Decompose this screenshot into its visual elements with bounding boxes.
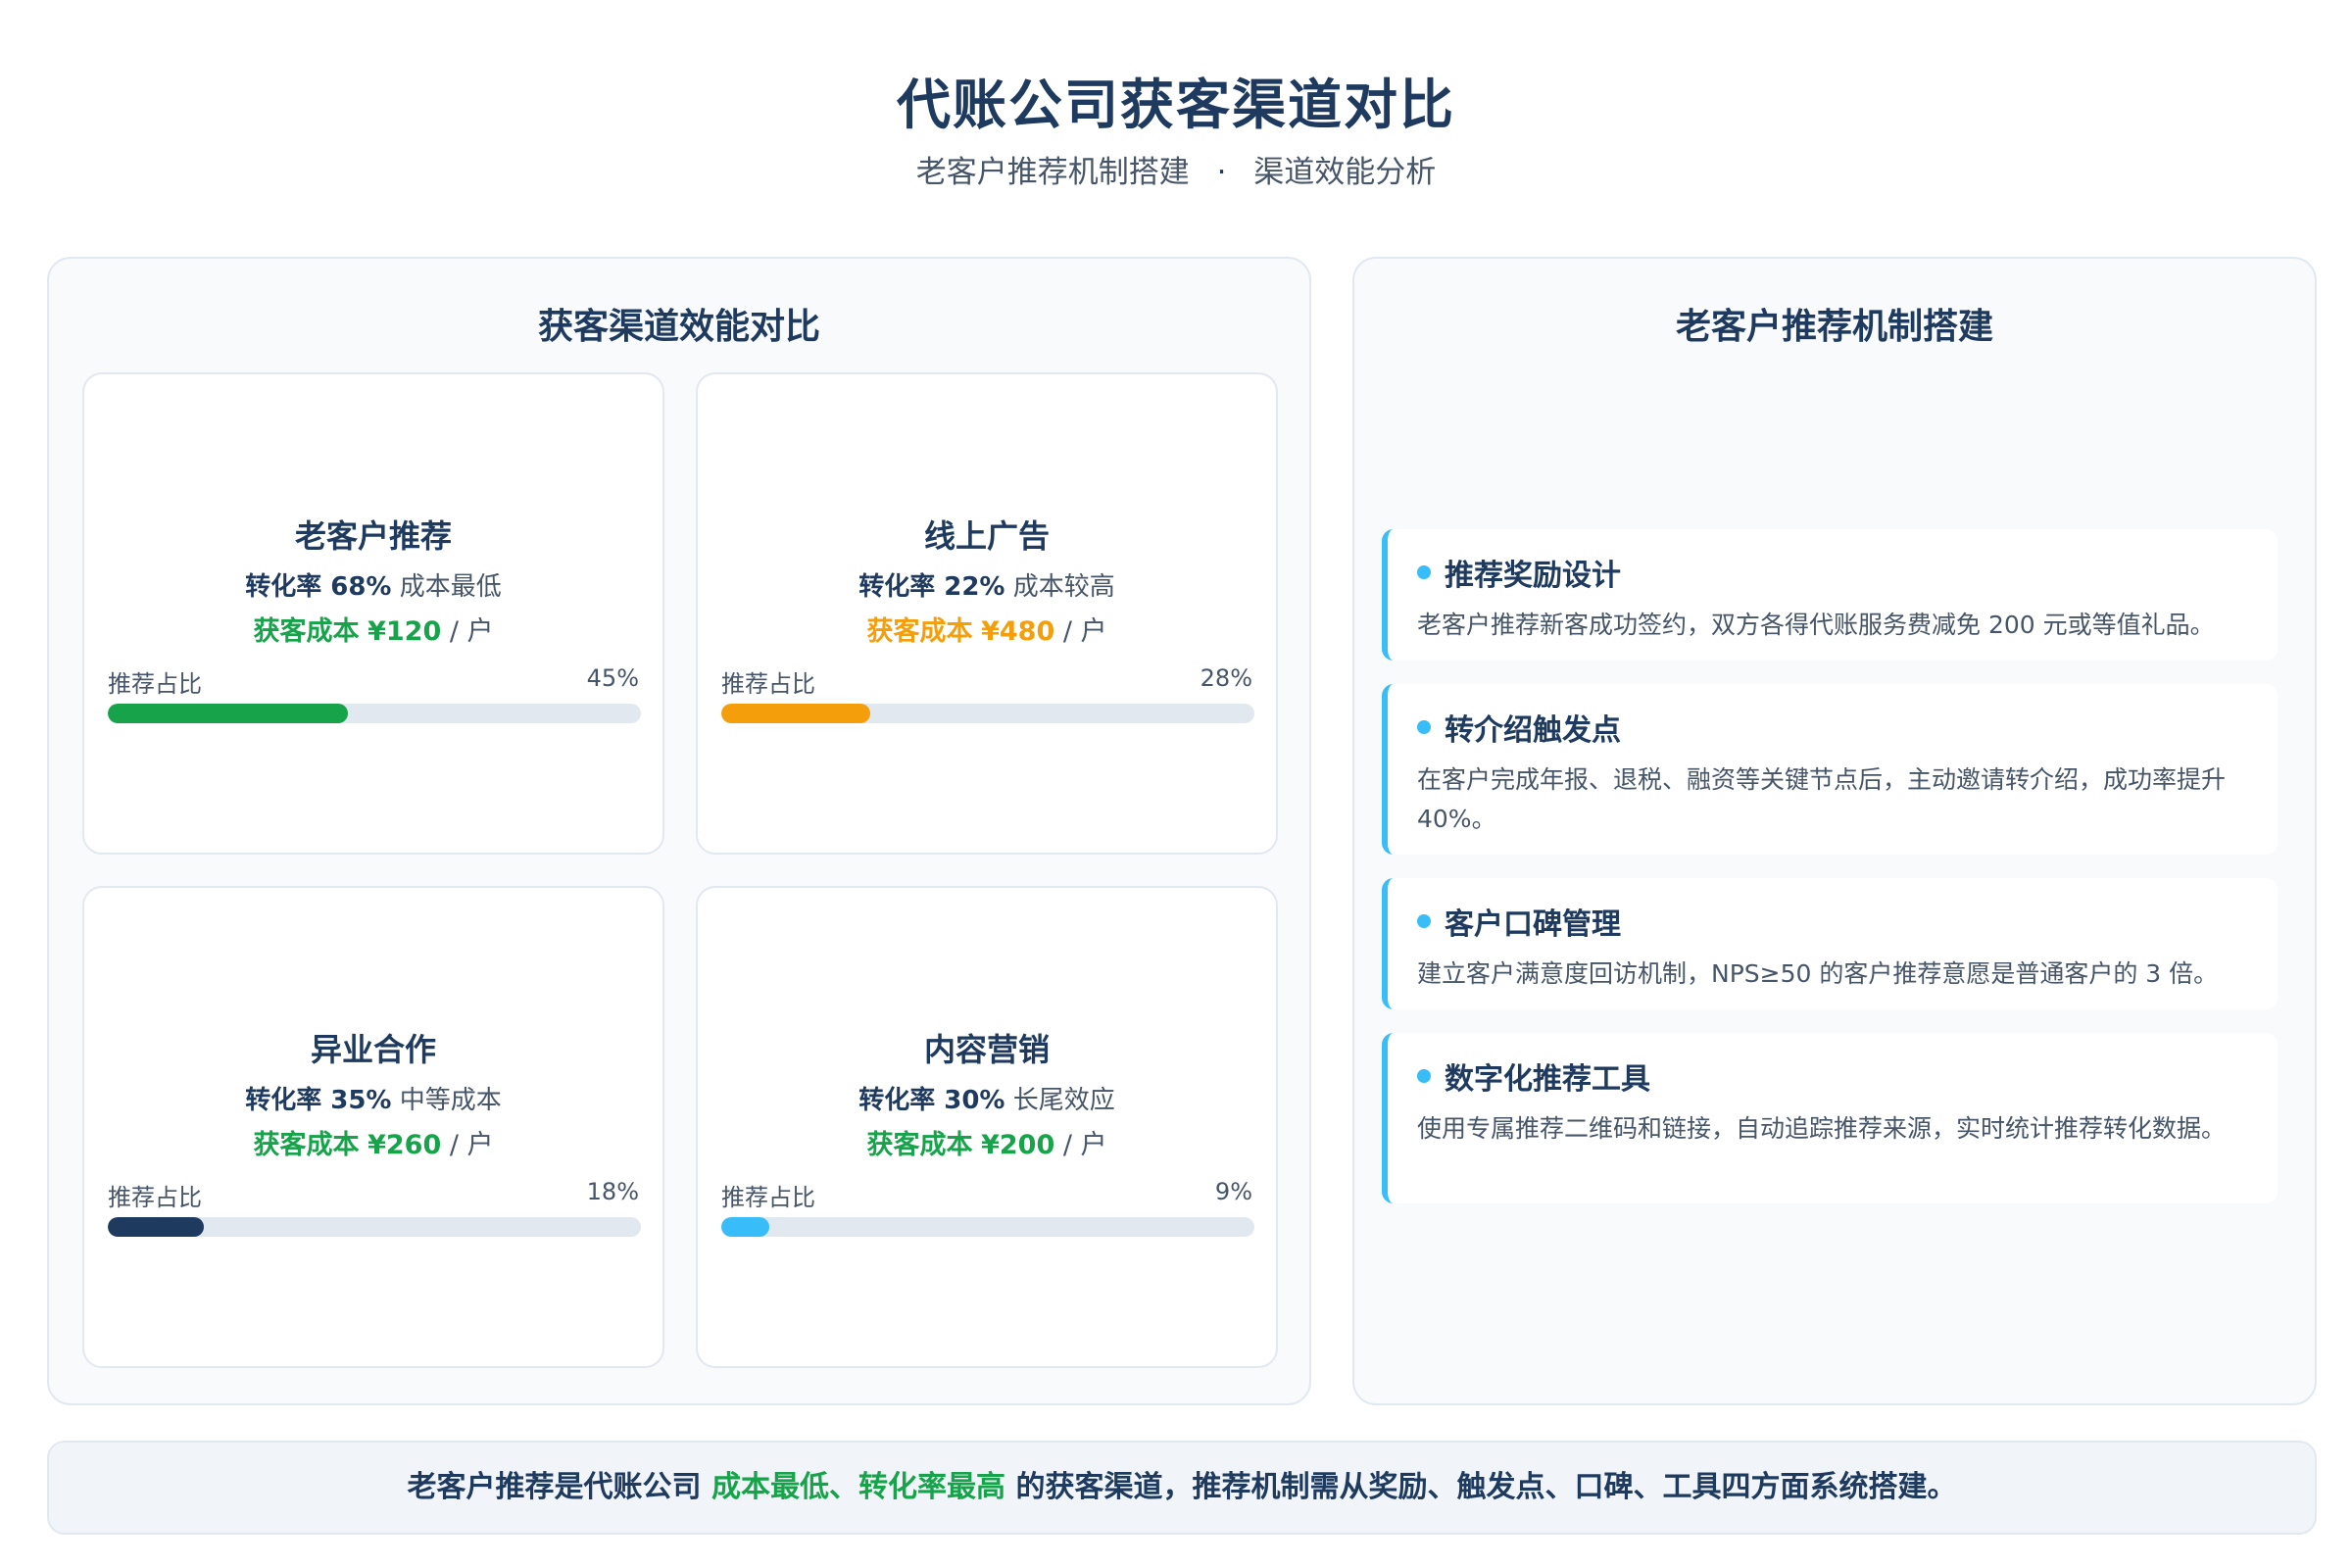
cost-unit: / 户 [449, 1130, 494, 1160]
cost-value: ¥480 [981, 616, 1055, 647]
mechanism-desc: 建立客户满意度回访机制，NPS≥50 的客户推荐意愿是普通客户的 3 倍。 [1417, 959, 2219, 988]
summary-footer: 老客户推荐是代账公司 成本最低、转化率最高 的获客渠道，推荐机制需从奖励、触发点… [47, 1441, 2317, 1535]
conversion-rate: 转化率 35% [245, 1086, 392, 1115]
mechanism-panel-title: 老客户推荐机制搭建 [1675, 307, 1993, 347]
channel-card-content-marketing: 内容营销 转化率 30% 长尾效应 获客成本 ¥200 / 户 推荐占比 9% [696, 886, 1278, 1368]
cost-label: 获客成本 [253, 1130, 360, 1160]
mechanism-title: 推荐奖励设计 [1445, 559, 1621, 593]
channel-card-referral: 老客户推荐 转化率 68% 成本最低 获客成本 ¥120 / 户 推荐占比 45… [82, 372, 664, 855]
summary-prefix: 老客户推荐是代账公司 [407, 1470, 702, 1504]
channel-metric: 转化率 22% 成本较高 [698, 566, 1276, 603]
share-bar-track [108, 1217, 641, 1237]
page-subtitle: 老客户推荐机制搭建 · 渠道效能分析 [0, 147, 2352, 191]
channel-comparison-panel: 获客渠道效能对比 老客户推荐 转化率 68% 成本最低 获客成本 ¥120 / … [47, 257, 1311, 1405]
mechanism-title: 数字化推荐工具 [1445, 1062, 1650, 1097]
cost-unit: / 户 [1062, 616, 1107, 647]
cost-value: ¥200 [981, 1130, 1055, 1160]
mechanism-title-row: 转介绍触发点 [1417, 706, 2248, 749]
share-value: 18% [586, 1178, 639, 1205]
mechanism-desc: 使用专属推荐二维码和链接，自动追踪推荐来源，实时统计推荐转化数据。 [1417, 1114, 2227, 1143]
conversion-rate: 转化率 22% [858, 572, 1005, 602]
share-label: 推荐占比 [108, 670, 202, 698]
mechanism-title-row: 推荐奖励设计 [1417, 551, 2248, 594]
page-title: 代账公司获客渠道对比 [896, 74, 1455, 136]
channel-note: 成本较高 [1012, 572, 1115, 602]
channel-note: 长尾效应 [1012, 1086, 1115, 1115]
conversion-rate: 转化率 68% [245, 572, 392, 602]
summary-highlight: 成本最低、转化率最高 [711, 1470, 1005, 1504]
cost-value: ¥120 [368, 616, 442, 647]
mechanism-item-reputation: 客户口碑管理 建立客户满意度回访机制，NPS≥50 的客户推荐意愿是普通客户的 … [1382, 878, 2278, 1009]
channel-name: 异业合作 [310, 1031, 436, 1068]
channel-name: 内容营销 [923, 1031, 1050, 1068]
channel-note: 中等成本 [399, 1086, 502, 1115]
mechanism-item-digital-tools: 数字化推荐工具 使用专属推荐二维码和链接，自动追踪推荐来源，实时统计推荐转化数据… [1382, 1033, 2278, 1203]
share-value: 28% [1200, 664, 1252, 692]
acquisition-cost: 获客成本 ¥200 / 户 [698, 1123, 1276, 1161]
conversion-rate: 转化率 30% [858, 1086, 1005, 1115]
mechanism-item-reward: 推荐奖励设计 老客户推荐新客成功签约，双方各得代账服务费减免 200 元或等值礼… [1382, 529, 2278, 661]
share-bar-track [721, 1217, 1254, 1237]
channel-card-online-ads: 线上广告 转化率 22% 成本较高 获客成本 ¥480 / 户 推荐占比 28% [696, 372, 1278, 855]
share-bar-fill [721, 704, 871, 723]
share-bar-track [108, 704, 641, 723]
channel-panel-title: 获客渠道效能对比 [537, 307, 820, 347]
acquisition-cost: 获客成本 ¥480 / 户 [698, 610, 1276, 648]
share-bar-fill [721, 1217, 769, 1237]
channel-metric: 转化率 30% 长尾效应 [698, 1080, 1276, 1116]
cost-unit: / 户 [1062, 1130, 1107, 1160]
cost-label: 获客成本 [866, 1130, 973, 1160]
channel-card-partnership: 异业合作 转化率 35% 中等成本 获客成本 ¥260 / 户 推荐占比 18% [82, 886, 664, 1368]
cost-label: 获客成本 [866, 616, 973, 647]
subtitle-right: 渠道效能分析 [1253, 155, 1437, 190]
bullet-dot-icon [1417, 565, 1431, 579]
bullet-dot-icon [1417, 914, 1431, 928]
mechanism-title: 客户口碑管理 [1445, 907, 1621, 942]
mechanism-title-row: 客户口碑管理 [1417, 900, 2248, 943]
mechanism-item-trigger: 转介绍触发点 在客户完成年报、退税、融资等关键节点后，主动邀请转介绍，成功率提升… [1382, 684, 2278, 855]
mechanism-desc: 老客户推荐新客成功签约，双方各得代账服务费减免 200 元或等值礼品。 [1417, 611, 2215, 639]
channel-name: 老客户推荐 [294, 517, 452, 555]
channel-note: 成本最低 [399, 572, 502, 602]
acquisition-cost: 获客成本 ¥260 / 户 [84, 1123, 662, 1161]
mechanism-title: 转介绍触发点 [1445, 713, 1621, 748]
share-bar-fill [108, 1217, 204, 1237]
share-value: 9% [1214, 1178, 1252, 1205]
share-label: 推荐占比 [721, 670, 815, 698]
subtitle-left: 老客户推荐机制搭建 [915, 155, 1190, 190]
summary-suffix: 的获客渠道，推荐机制需从奖励、触发点、口碑、工具四方面系统搭建。 [1015, 1470, 1957, 1504]
channel-name: 线上广告 [923, 517, 1050, 555]
cost-label: 获客成本 [253, 616, 360, 647]
share-label: 推荐占比 [108, 1184, 202, 1211]
channel-metric: 转化率 35% 中等成本 [84, 1080, 662, 1116]
bullet-dot-icon [1417, 1069, 1431, 1083]
acquisition-cost: 获客成本 ¥120 / 户 [84, 610, 662, 648]
subtitle-separator: · [1216, 155, 1227, 190]
share-label: 推荐占比 [721, 1184, 815, 1211]
share-bar-track [721, 704, 1254, 723]
bullet-dot-icon [1417, 720, 1431, 734]
mechanism-title-row: 数字化推荐工具 [1417, 1054, 2248, 1098]
cost-unit: / 户 [449, 616, 494, 647]
referral-mechanism-panel: 老客户推荐机制搭建 推荐奖励设计 老客户推荐新客成功签约，双方各得代账服务费减免… [1352, 257, 2317, 1405]
share-bar-fill [108, 704, 348, 723]
mechanism-desc: 在客户完成年报、退税、融资等关键节点后，主动邀请转介绍，成功率提升 40%。 [1417, 765, 2227, 833]
channel-metric: 转化率 68% 成本最低 [84, 566, 662, 603]
cost-value: ¥260 [368, 1130, 442, 1160]
share-value: 45% [586, 664, 639, 692]
